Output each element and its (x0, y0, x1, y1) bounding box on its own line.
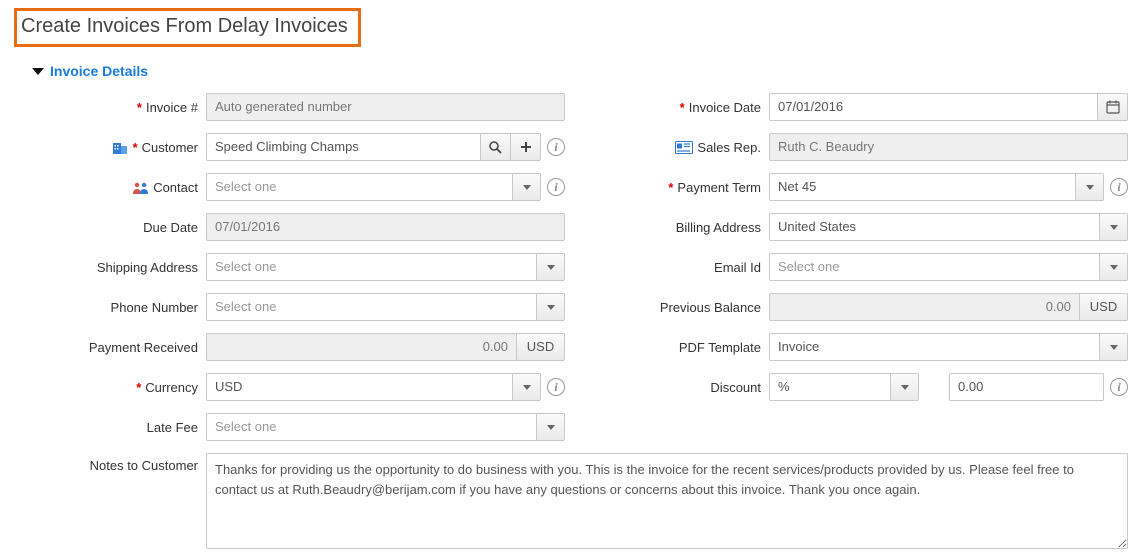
pdf-template-select[interactable]: Invoice (769, 333, 1128, 361)
required-marker: * (136, 380, 141, 395)
payment-term-select[interactable]: Net 45 (769, 173, 1104, 201)
chevron-down-icon (536, 414, 564, 440)
required-marker: * (137, 100, 142, 115)
chevron-down-icon (1075, 174, 1103, 200)
plus-icon (520, 141, 532, 153)
phone-number-label: Phone Number (111, 300, 198, 315)
chevron-down-icon (1099, 254, 1127, 280)
notes-label: Notes to Customer (90, 458, 198, 473)
discount-type-select[interactable]: % (769, 373, 919, 401)
phone-number-select[interactable]: Select one (206, 293, 565, 321)
late-fee-value: Select one (215, 414, 536, 440)
invoice-no-input: Auto generated number (206, 93, 565, 121)
chevron-down-icon (1099, 214, 1127, 240)
due-date-label: Due Date (143, 220, 198, 235)
phone-number-value: Select one (215, 294, 536, 320)
billing-address-label: Billing Address (676, 220, 761, 235)
currency-value: USD (215, 374, 512, 400)
payment-received-unit: USD (517, 333, 565, 361)
discount-label: Discount (710, 380, 761, 395)
payment-term-label: Payment Term (677, 180, 761, 195)
required-marker: * (680, 100, 685, 115)
contact-select[interactable]: Select one (206, 173, 541, 201)
shipping-address-label: Shipping Address (97, 260, 198, 275)
pdf-template-label: PDF Template (679, 340, 761, 355)
discount-value-input[interactable]: 0.00 (949, 373, 1104, 401)
notes-textarea[interactable]: Thanks for providing us the opportunity … (206, 453, 1128, 549)
email-id-value: Select one (778, 254, 1099, 280)
payment-received-input: 0.00 (206, 333, 517, 361)
invoice-date-input[interactable]: 07/01/2016 (769, 93, 1098, 121)
pdf-template-value: Invoice (778, 334, 1099, 360)
billing-address-value: United States (778, 214, 1099, 240)
shipping-address-select[interactable]: Select one (206, 253, 565, 281)
payment-term-value: Net 45 (778, 174, 1075, 200)
info-icon[interactable]: i (547, 178, 565, 196)
section-title: Invoice Details (50, 63, 148, 79)
chevron-down-icon (32, 68, 44, 75)
chevron-down-icon (536, 294, 564, 320)
email-id-select[interactable]: Select one (769, 253, 1128, 281)
id-card-icon (675, 141, 693, 154)
payment-received-label: Payment Received (89, 340, 198, 355)
chevron-down-icon (890, 374, 918, 400)
required-marker: * (668, 180, 673, 195)
chevron-down-icon (512, 174, 540, 200)
customer-add-button[interactable] (511, 133, 541, 161)
invoice-date-label: Invoice Date (689, 100, 761, 115)
info-icon[interactable]: i (547, 378, 565, 396)
previous-balance-input: 0.00 (769, 293, 1080, 321)
contact-label: Contact (153, 180, 198, 195)
shipping-address-value: Select one (215, 254, 536, 280)
chevron-down-icon (512, 374, 540, 400)
discount-type-value: % (778, 374, 890, 400)
section-toggle[interactable]: Invoice Details (32, 63, 1128, 79)
late-fee-label: Late Fee (147, 420, 198, 435)
billing-address-select[interactable]: United States (769, 213, 1128, 241)
sales-rep-label: Sales Rep. (697, 140, 761, 155)
previous-balance-label: Previous Balance (660, 300, 761, 315)
due-date-input: 07/01/2016 (206, 213, 565, 241)
chevron-down-icon (1099, 334, 1127, 360)
info-icon[interactable]: i (1110, 378, 1128, 396)
late-fee-select[interactable]: Select one (206, 413, 565, 441)
calendar-icon (1106, 100, 1120, 114)
required-marker: * (133, 140, 138, 155)
page-title: Create Invoices From Delay Invoices (14, 8, 361, 47)
sales-rep-input: Ruth C. Beaudry (769, 133, 1128, 161)
search-icon (489, 141, 502, 154)
building-icon (113, 140, 129, 154)
email-id-label: Email Id (714, 260, 761, 275)
contact-value: Select one (215, 174, 512, 200)
currency-label: Currency (145, 380, 198, 395)
chevron-down-icon (536, 254, 564, 280)
currency-select[interactable]: USD (206, 373, 541, 401)
info-icon[interactable]: i (547, 138, 565, 156)
people-icon (133, 181, 149, 194)
info-icon[interactable]: i (1110, 178, 1128, 196)
calendar-button[interactable] (1098, 93, 1128, 121)
invoice-no-label: Invoice # (146, 100, 198, 115)
customer-input[interactable]: Speed Climbing Champs (206, 133, 481, 161)
customer-search-button[interactable] (481, 133, 511, 161)
customer-label: Customer (142, 140, 198, 155)
previous-balance-unit: USD (1080, 293, 1128, 321)
